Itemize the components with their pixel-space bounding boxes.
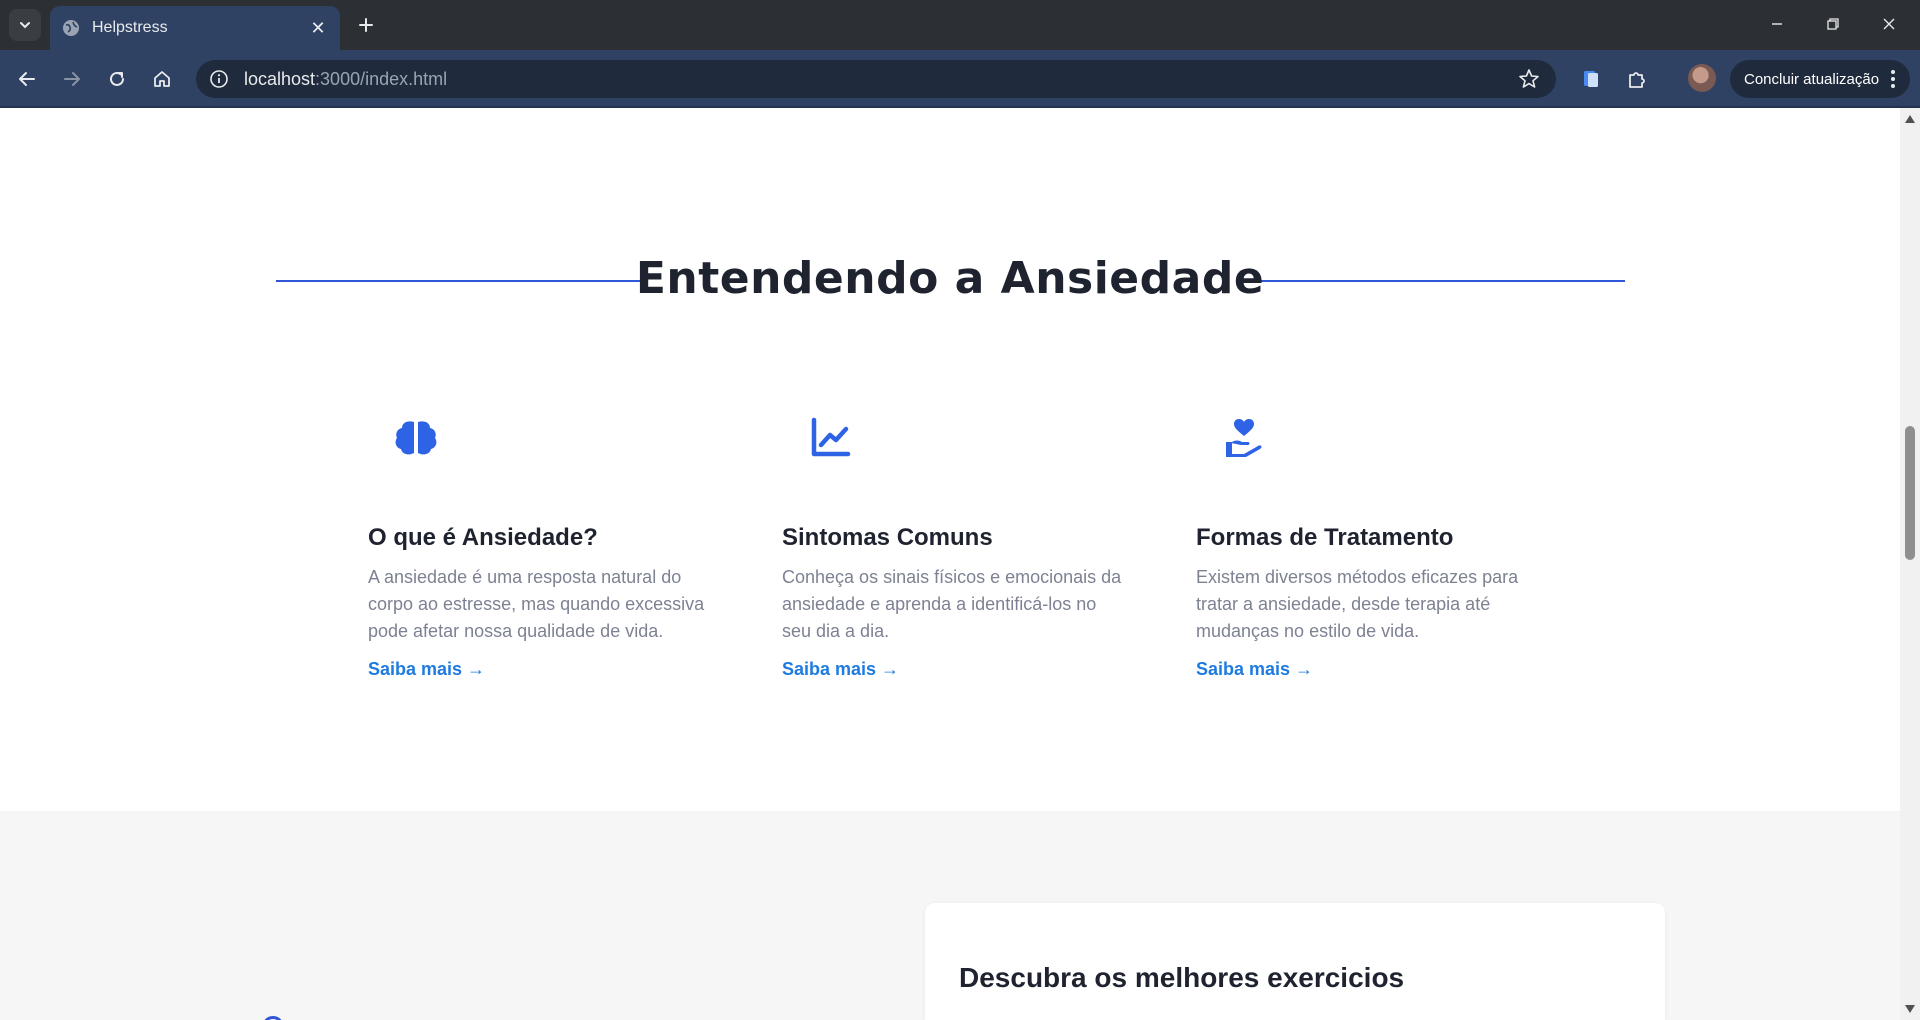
minimize-button[interactable] bbox=[1754, 8, 1800, 40]
page-scrollbar[interactable] bbox=[1900, 108, 1920, 1020]
saiba-mais-link[interactable]: Saiba mais → bbox=[782, 659, 899, 680]
close-window-button[interactable] bbox=[1866, 8, 1912, 40]
tab-title: Helpstress bbox=[92, 19, 168, 36]
new-tab-button[interactable] bbox=[352, 11, 380, 39]
info-card: O que é Ansiedade? A ansiedade é uma res… bbox=[368, 408, 708, 680]
plus-icon bbox=[359, 18, 373, 32]
close-tab-icon[interactable]: ✕ bbox=[308, 18, 328, 39]
tab-list-button[interactable] bbox=[9, 9, 41, 41]
exercises-card: Descubra os melhores exercicios bbox=[925, 903, 1665, 1020]
card-description: A ansiedade é uma resposta natural do co… bbox=[368, 567, 705, 641]
reload-button[interactable] bbox=[100, 62, 134, 96]
section-title: Entendendo a Ansiedade bbox=[635, 253, 1265, 304]
update-button[interactable]: Concluir atualização bbox=[1730, 60, 1910, 98]
extensions-menu-button[interactable] bbox=[1620, 62, 1654, 96]
update-button-label: Concluir atualização bbox=[1744, 70, 1880, 88]
url-host: localhost bbox=[244, 68, 316, 89]
card-description: Conheça os sinais físicos e emocionais d… bbox=[782, 567, 1122, 641]
restore-button[interactable] bbox=[1810, 8, 1856, 40]
arrow-left-icon bbox=[19, 72, 35, 86]
card-description: Existem diversos métodos eficazes para t… bbox=[1196, 567, 1519, 641]
site-info-icon[interactable] bbox=[208, 68, 230, 90]
exercises-title: Descubra os melhores exercicios bbox=[959, 962, 1405, 993]
home-button[interactable] bbox=[145, 62, 179, 96]
url-text: localhost:3000/index.html bbox=[244, 69, 447, 90]
browser-toolbar: localhost:3000/index.html Concluir atual… bbox=[0, 50, 1920, 108]
card-title: Sintomas Comuns bbox=[782, 524, 993, 551]
info-card: Sintomas Comuns Conheça os sinais físico… bbox=[782, 408, 1122, 680]
extension-button[interactable] bbox=[1574, 62, 1608, 96]
url-path: :3000/index.html bbox=[315, 68, 448, 89]
reload-icon bbox=[110, 71, 124, 86]
close-icon bbox=[1883, 18, 1895, 30]
arrow-right-icon bbox=[64, 72, 80, 86]
chevron-down-icon bbox=[20, 22, 30, 29]
back-button[interactable] bbox=[10, 62, 44, 96]
scrollbar-thumb[interactable] bbox=[1905, 426, 1915, 560]
restore-icon bbox=[1827, 18, 1839, 30]
browser-tab-bar: Helpstress ✕ bbox=[0, 0, 1920, 50]
saiba-mais-link[interactable]: Saiba mais → bbox=[368, 659, 485, 680]
brain-icon bbox=[386, 408, 446, 468]
minimize-icon bbox=[1772, 23, 1782, 25]
hand-holding-heart-icon bbox=[1214, 408, 1274, 468]
profile-avatar[interactable] bbox=[1688, 64, 1716, 92]
globe-icon bbox=[62, 19, 80, 37]
bookmark-star-icon[interactable] bbox=[1518, 68, 1540, 90]
forward-button[interactable] bbox=[55, 62, 89, 96]
document-extension-icon bbox=[1584, 71, 1598, 87]
card-title: Formas de Tratamento bbox=[1196, 524, 1454, 551]
address-bar[interactable]: localhost:3000/index.html bbox=[196, 60, 1556, 98]
browser-tab-active[interactable]: Helpstress ✕ bbox=[50, 6, 340, 50]
more-vertical-icon bbox=[1891, 70, 1895, 88]
card-title: O que é Ansiedade? bbox=[368, 524, 598, 551]
scroll-down-arrow-icon[interactable] bbox=[1904, 1004, 1916, 1014]
scroll-up-arrow-icon[interactable] bbox=[1904, 114, 1916, 124]
chart-line-icon bbox=[800, 408, 860, 468]
saiba-mais-link[interactable]: Saiba mais → bbox=[1196, 659, 1313, 680]
info-card: Formas de Tratamento Existem diversos mé… bbox=[1196, 408, 1536, 680]
puzzle-icon bbox=[1629, 72, 1645, 88]
home-icon bbox=[154, 71, 170, 87]
